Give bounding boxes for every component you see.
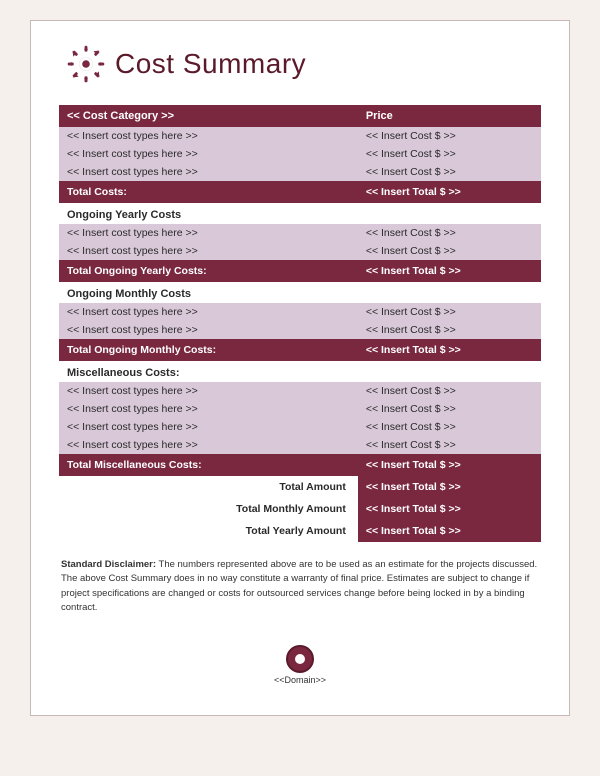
summary-row-total: Total Amount << Insert Total $ >>	[59, 476, 541, 498]
total-monthly-row: Total Ongoing Monthly Costs: << Insert T…	[59, 339, 541, 361]
cost-category-cell: << Insert cost types here >>	[59, 303, 358, 321]
section-heading-misc: Miscellaneous Costs:	[59, 361, 541, 382]
section-heading-yearly: Ongoing Yearly Costs	[59, 203, 541, 224]
table-row: << Insert cost types here >> << Insert C…	[59, 303, 541, 321]
total-misc-value: << Insert Total $ >>	[358, 454, 541, 476]
cost-price-cell: << Insert Cost $ >>	[358, 224, 541, 242]
cost-price-cell: << Insert Cost $ >>	[358, 163, 541, 181]
total-misc-label: Total Miscellaneous Costs:	[59, 454, 358, 476]
summary-total-value: << Insert Total $ >>	[358, 476, 541, 498]
cost-price-cell: << Insert Cost $ >>	[358, 321, 541, 339]
cost-price-cell: << Insert Cost $ >>	[358, 145, 541, 163]
table-header-row: << Cost Category >> Price	[59, 105, 541, 127]
disclaimer-section: Standard Disclaimer: The numbers represe…	[59, 558, 541, 615]
table-row: << Insert cost types here >> << Insert C…	[59, 400, 541, 418]
summary-row-yearly: Total Yearly Amount << Insert Total $ >>	[59, 520, 541, 542]
cost-price-cell: << Insert Cost $ >>	[358, 127, 541, 145]
page: Cost Summary << Cost Category >> Price <…	[30, 20, 570, 716]
col-header-category: << Cost Category >>	[59, 105, 358, 127]
table-row: << Insert cost types here >> << Insert C…	[59, 321, 541, 339]
section-label: Ongoing Monthly Costs	[59, 282, 541, 303]
total-yearly-row: Total Ongoing Yearly Costs: << Insert To…	[59, 260, 541, 282]
table-row: << Insert cost types here >> << Insert C…	[59, 127, 541, 145]
domain-icon	[286, 645, 314, 673]
cost-category-cell: << Insert cost types here >>	[59, 145, 358, 163]
cost-price-cell: << Insert Cost $ >>	[358, 303, 541, 321]
total-costs-row: Total Costs: << Insert Total $ >>	[59, 181, 541, 203]
total-costs-value: << Insert Total $ >>	[358, 181, 541, 203]
cost-category-cell: << Insert cost types here >>	[59, 127, 358, 145]
cost-price-cell: << Insert Cost $ >>	[358, 382, 541, 400]
table-row: << Insert cost types here >> << Insert C…	[59, 418, 541, 436]
summary-yearly-value: << Insert Total $ >>	[358, 520, 541, 542]
table-row: << Insert cost types here >> << Insert C…	[59, 436, 541, 454]
total-costs-label: Total Costs:	[59, 181, 358, 203]
section-label: Ongoing Yearly Costs	[59, 203, 541, 224]
summary-row-monthly: Total Monthly Amount << Insert Total $ >…	[59, 498, 541, 520]
cost-table: << Cost Category >> Price << Insert cost…	[59, 105, 541, 542]
page-title: Cost Summary	[115, 48, 306, 80]
disclaimer-bold: Standard Disclaimer:	[61, 559, 156, 570]
cost-category-cell: << Insert cost types here >>	[59, 418, 358, 436]
table-row: << Insert cost types here >> << Insert C…	[59, 382, 541, 400]
cost-price-cell: << Insert Cost $ >>	[358, 418, 541, 436]
cost-category-cell: << Insert cost types here >>	[59, 382, 358, 400]
summary-total-label: Total Amount	[59, 476, 358, 498]
cost-category-cell: << Insert cost types here >>	[59, 224, 358, 242]
page-header: Cost Summary	[59, 45, 541, 83]
table-row: << Insert cost types here >> << Insert C…	[59, 145, 541, 163]
table-row: << Insert cost types here >> << Insert C…	[59, 224, 541, 242]
total-yearly-value: << Insert Total $ >>	[358, 260, 541, 282]
cost-category-cell: << Insert cost types here >>	[59, 242, 358, 260]
cost-category-cell: << Insert cost types here >>	[59, 400, 358, 418]
total-monthly-value: << Insert Total $ >>	[358, 339, 541, 361]
section-heading-monthly: Ongoing Monthly Costs	[59, 282, 541, 303]
table-row: << Insert cost types here >> << Insert C…	[59, 242, 541, 260]
total-yearly-label: Total Ongoing Yearly Costs:	[59, 260, 358, 282]
footer: <<Domain>>	[59, 645, 541, 695]
cost-price-cell: << Insert Cost $ >>	[358, 242, 541, 260]
section-label: Miscellaneous Costs:	[59, 361, 541, 382]
table-row: << Insert cost types here >> << Insert C…	[59, 163, 541, 181]
cost-category-cell: << Insert cost types here >>	[59, 163, 358, 181]
cost-price-cell: << Insert Cost $ >>	[358, 436, 541, 454]
summary-monthly-value: << Insert Total $ >>	[358, 498, 541, 520]
domain-label: <<Domain>>	[59, 675, 541, 685]
cost-category-cell: << Insert cost types here >>	[59, 321, 358, 339]
total-monthly-label: Total Ongoing Monthly Costs:	[59, 339, 358, 361]
summary-yearly-label: Total Yearly Amount	[59, 520, 358, 542]
gear-icon	[67, 45, 105, 83]
col-header-price: Price	[358, 105, 541, 127]
cost-category-cell: << Insert cost types here >>	[59, 436, 358, 454]
cost-price-cell: << Insert Cost $ >>	[358, 400, 541, 418]
total-misc-row: Total Miscellaneous Costs: << Insert Tot…	[59, 454, 541, 476]
summary-monthly-label: Total Monthly Amount	[59, 498, 358, 520]
